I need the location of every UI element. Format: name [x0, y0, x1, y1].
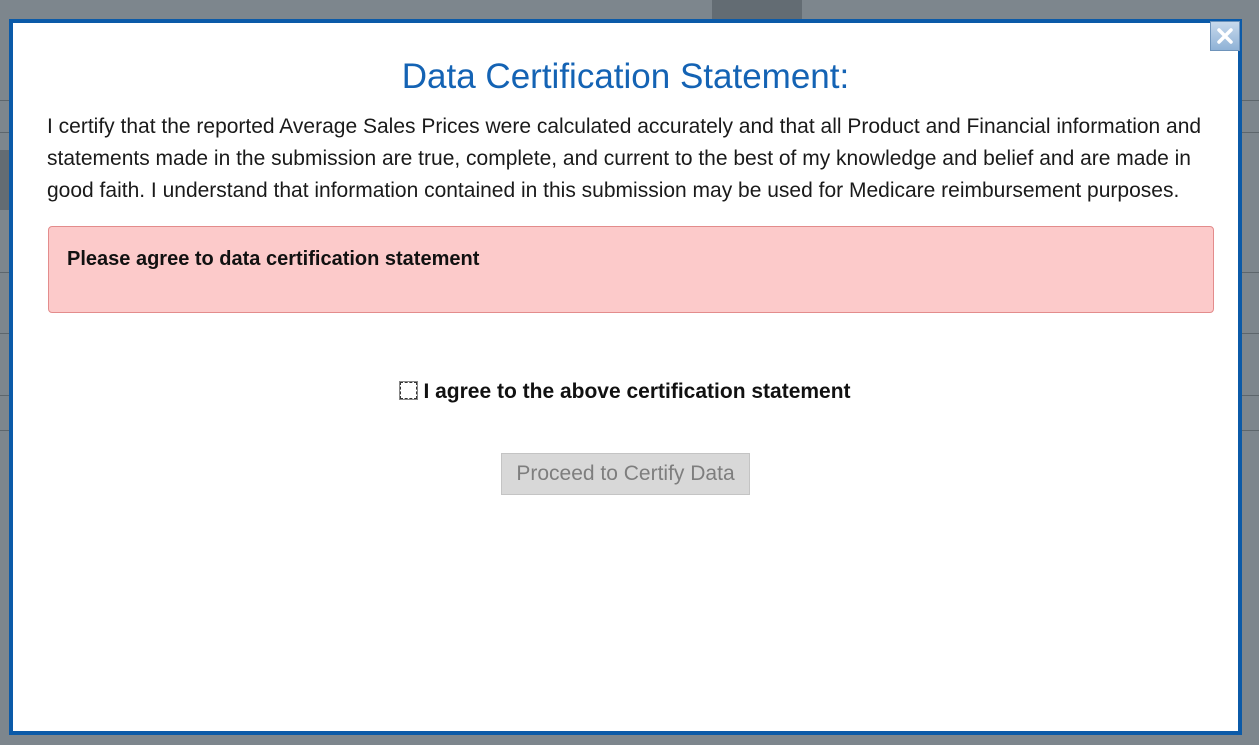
background-divider [0, 132, 9, 133]
background-divider [0, 395, 9, 396]
background-divider [0, 272, 9, 273]
background-divider [1242, 132, 1259, 133]
background-divider [0, 333, 9, 334]
certification-dialog: Data Certification Statement: I certify … [9, 19, 1242, 735]
background-divider [1242, 395, 1259, 396]
background-divider [0, 100, 9, 101]
close-icon [1217, 28, 1233, 44]
validation-alert: Please agree to data certification state… [48, 226, 1214, 313]
proceed-to-certify-button[interactable]: Proceed to Certify Data [501, 453, 750, 495]
background-divider [1242, 333, 1259, 334]
background-divider [1242, 100, 1259, 101]
agree-label[interactable]: I agree to the above certification state… [423, 380, 850, 403]
background-tab [712, 0, 802, 19]
background-divider [0, 430, 9, 431]
dialog-title: Data Certification Statement: [401, 57, 850, 96]
button-row: Proceed to Certify Data [13, 453, 1238, 495]
agree-checkbox[interactable] [399, 381, 419, 400]
certification-statement: I certify that the reported Average Sale… [47, 115, 1202, 202]
alert-message: Please agree to data certification state… [67, 248, 480, 270]
background-divider [1242, 272, 1259, 273]
close-button[interactable] [1210, 21, 1240, 51]
background-divider [1242, 430, 1259, 431]
agree-row: I agree to the above certification state… [13, 380, 1238, 404]
background-block [0, 150, 9, 210]
